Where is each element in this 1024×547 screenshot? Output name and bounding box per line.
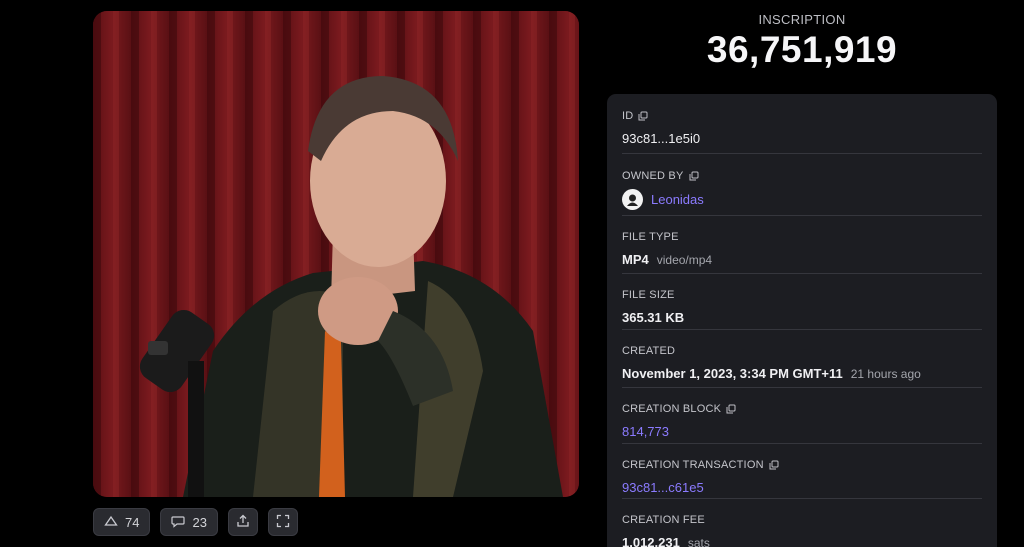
file-size-label: FILE SIZE [622, 289, 675, 301]
owner-link[interactable]: Leonidas [651, 192, 704, 207]
fullscreen-icon [276, 514, 290, 531]
creation-tx-label: CREATION TRANSACTION [622, 459, 764, 471]
comment-icon [171, 514, 186, 531]
detail-creation-fee: CREATION FEE 1,012,231 sats [622, 499, 982, 547]
detail-id: ID 93c81...1e5i0 [622, 94, 982, 154]
created-label: CREATED [622, 345, 676, 357]
detail-creation-transaction: CREATION TRANSACTION 93c81...c61e5 [622, 444, 982, 499]
owner-label: OWNED BY [622, 170, 684, 182]
avatar-icon [627, 194, 638, 206]
share-icon [236, 514, 250, 531]
like-icon [104, 514, 118, 531]
creation-fee-value: 1,012,231 [622, 535, 680, 547]
fullscreen-button[interactable] [267, 508, 298, 536]
file-type-value: MP4 [622, 252, 649, 267]
like-button[interactable]: 74 [93, 508, 151, 536]
id-value: 93c81...1e5i0 [622, 131, 701, 146]
creation-tx-link[interactable]: 93c81...c61e5 [622, 480, 704, 495]
detail-file-type: FILE TYPE MP4 video/mp4 [622, 216, 982, 274]
detail-file-size: FILE SIZE 365.31 KB [622, 274, 982, 330]
action-bar: 74 23 [93, 508, 298, 536]
like-count: 74 [125, 514, 140, 530]
creation-block-label: CREATION BLOCK [622, 403, 722, 415]
detail-creation-block: CREATION BLOCK 814,773 [622, 388, 982, 444]
created-value: November 1, 2023, 3:34 PM GMT+11 [622, 366, 843, 381]
copy-icon[interactable] [769, 460, 779, 470]
copy-icon[interactable] [689, 171, 699, 181]
file-type-label: FILE TYPE [622, 231, 679, 243]
id-label: ID [622, 110, 634, 122]
comment-button[interactable]: 23 [160, 508, 218, 536]
creation-fee-label: CREATION FEE [622, 514, 705, 526]
detail-owner: OWNED BY Leonidas [622, 154, 982, 216]
detail-created: CREATED November 1, 2023, 3:34 PM GMT+11… [622, 330, 982, 388]
share-button[interactable] [227, 508, 258, 536]
mime-type: video/mp4 [656, 252, 713, 267]
inscription-label: INSCRIPTION [758, 12, 846, 27]
created-relative: 21 hours ago [850, 366, 921, 381]
inscription-header: INSCRIPTION 36,751,919 [607, 12, 997, 71]
creation-fee-unit: sats [687, 535, 710, 547]
comment-count: 23 [192, 514, 207, 530]
inscription-number: 36,751,919 [706, 29, 898, 70]
owner-avatar[interactable] [622, 189, 643, 210]
copy-icon[interactable] [638, 111, 648, 121]
file-size-value: 365.31 KB [622, 310, 685, 325]
video-thumbnail [93, 11, 579, 497]
media-preview[interactable] [93, 11, 579, 497]
creation-block-link[interactable]: 814,773 [622, 424, 669, 439]
details-panel: ID 93c81...1e5i0 OWNED BY Leonidas FILE … [607, 94, 997, 547]
copy-icon[interactable] [726, 404, 736, 414]
